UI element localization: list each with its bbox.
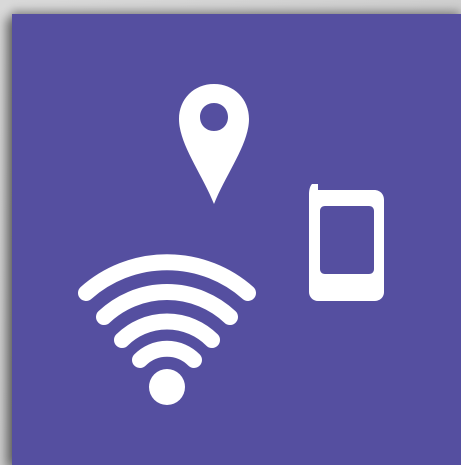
wifi-dot (149, 369, 185, 405)
tile-background (12, 14, 461, 465)
connectivity-tile (12, 14, 461, 465)
icon-frame (0, 0, 461, 465)
connectivity-graphic (12, 14, 461, 465)
